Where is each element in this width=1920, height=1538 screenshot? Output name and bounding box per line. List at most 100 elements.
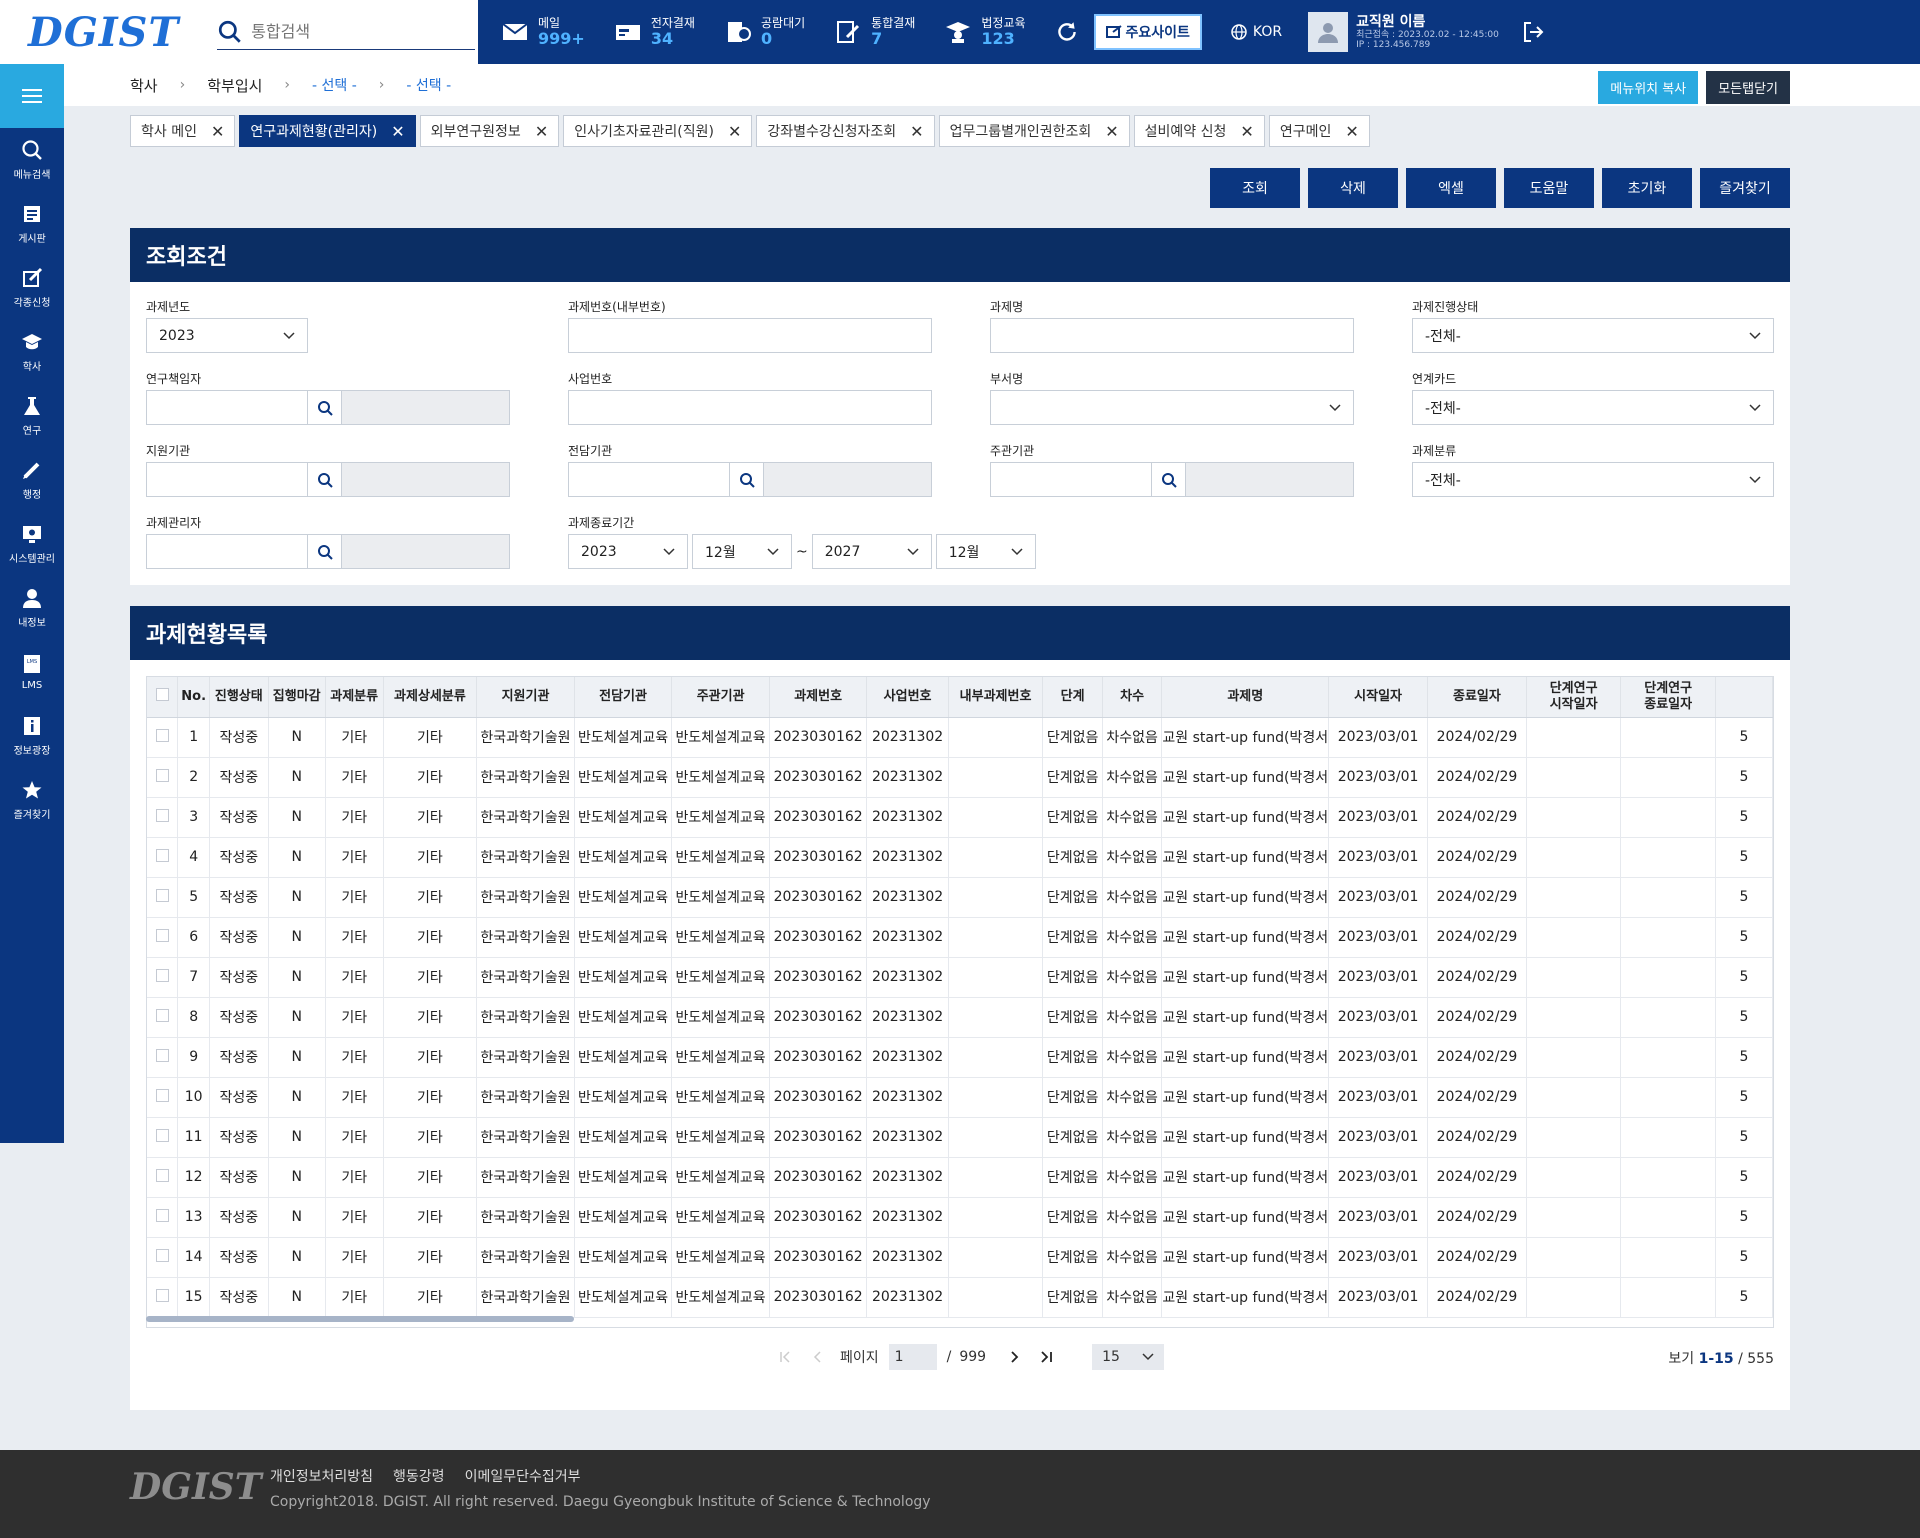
row-checkbox[interactable]: [155, 768, 169, 782]
tab-group-permissions[interactable]: 업무그룹별개인권한조회 ✕: [938, 115, 1130, 147]
table-row[interactable]: 10 작성중 N 기타 기타 한국과학기술원 반도체설계교육 반도체설계교육 202303016…: [147, 1077, 1773, 1118]
row-checkbox[interactable]: [155, 808, 169, 822]
reset-button[interactable]: 초기화: [1602, 168, 1692, 208]
tab-academic-main[interactable]: 학사 메인 ✕: [130, 115, 236, 147]
logout-icon[interactable]: [1521, 20, 1545, 44]
breadcrumb-select[interactable]: - 선택 -: [406, 75, 451, 95]
category-select[interactable]: -전체-: [1412, 462, 1774, 497]
sidebar-item-menu-search[interactable]: 메뉴검색: [0, 128, 64, 192]
table-row[interactable]: 5 작성중 N 기타 기타 한국과학기술원 반도체설계교육 반도체설계교육 2023030162…: [147, 877, 1773, 918]
row-checkbox[interactable]: [155, 1168, 169, 1182]
row-checkbox[interactable]: [155, 1288, 169, 1302]
sidebar-item-requests[interactable]: 각종신청: [0, 256, 64, 320]
close-icon[interactable]: ✕: [1345, 122, 1358, 141]
end-to-year-select[interactable]: 2027: [811, 534, 932, 569]
refresh-icon[interactable]: [1054, 19, 1080, 45]
row-checkbox[interactable]: [155, 888, 169, 902]
sidebar-item-academic[interactable]: 학사: [0, 320, 64, 384]
row-checkbox[interactable]: [155, 1088, 169, 1102]
language-selector[interactable]: KOR: [1230, 23, 1282, 41]
internal-no-input[interactable]: [568, 318, 932, 353]
end-from-year-select[interactable]: 2023: [568, 534, 688, 569]
sidebar-item-lms[interactable]: LMS LMS: [0, 640, 64, 704]
tab-research-main[interactable]: 연구메인 ✕: [1268, 115, 1370, 147]
approval-link[interactable]: 전자결재 34: [613, 16, 695, 48]
first-page-icon[interactable]: [778, 1349, 794, 1365]
privacy-policy-link[interactable]: 개인정보처리방침: [270, 1466, 373, 1486]
column-header[interactable]: 과제상세분류: [383, 677, 478, 718]
table-row[interactable]: 3 작성중 N 기타 기타 한국과학기술원 반도체설계교육 반도체설계교육 2023030162…: [147, 797, 1773, 838]
end-from-month-select[interactable]: 12월: [692, 534, 792, 569]
support-agency-search-button[interactable]: [308, 462, 342, 497]
close-all-tabs-button[interactable]: 모든탭닫기: [1706, 71, 1790, 104]
manager-input[interactable]: [146, 534, 308, 569]
table-row[interactable]: 7 작성중 N 기타 기타 한국과학기술원 반도체설계교육 반도체설계교육 2023030162…: [147, 957, 1773, 998]
sidebar-item-board[interactable]: 게시판: [0, 192, 64, 256]
column-header[interactable]: 과제분류: [325, 677, 384, 718]
tab-external-researcher[interactable]: 외부연구원정보 ✕: [419, 115, 560, 147]
main-sites-button[interactable]: 주요사이트: [1093, 14, 1202, 50]
table-row[interactable]: 11 작성중 N 기타 기타 한국과학기술원 반도체설계교육 반도체설계교육 202303016…: [147, 1117, 1773, 1158]
user-info[interactable]: 교직원 이름 최근접속 : 2023.02.02 - 12:45:00 IP :…: [1308, 12, 1499, 52]
row-checkbox[interactable]: [155, 848, 169, 862]
horizontal-scrollbar[interactable]: [146, 1316, 574, 1322]
prev-page-icon[interactable]: [810, 1349, 826, 1365]
current-page-input[interactable]: 1: [888, 1344, 937, 1370]
column-header[interactable]: 내부과제번호: [948, 677, 1044, 718]
tab-research-status-admin[interactable]: 연구과제현황(관리자) ✕: [239, 115, 416, 147]
column-header[interactable]: 단계: [1042, 677, 1103, 718]
dgist-logo[interactable]: DGIST: [28, 9, 179, 56]
status-select[interactable]: -전체-: [1412, 318, 1774, 353]
column-header[interactable]: 과제번호: [769, 677, 868, 718]
favorite-button[interactable]: 즐겨찾기: [1700, 168, 1790, 208]
row-checkbox[interactable]: [155, 1248, 169, 1262]
year-select[interactable]: 2023: [146, 318, 308, 353]
column-header[interactable]: 전담기관: [574, 677, 673, 718]
table-row[interactable]: 13 작성중 N 기타 기타 한국과학기술원 반도체설계교육 반도체설계교육 202303016…: [147, 1197, 1773, 1238]
delete-button[interactable]: 삭제: [1308, 168, 1398, 208]
manager-search-button[interactable]: [308, 534, 342, 569]
global-search-input[interactable]: [251, 22, 472, 41]
tab-hr-basic[interactable]: 인사기초자료관리(직원) ✕: [563, 115, 753, 147]
close-icon[interactable]: ✕: [910, 122, 923, 141]
select-all-checkbox[interactable]: [155, 687, 169, 701]
pi-search-button[interactable]: [308, 390, 342, 425]
excel-button[interactable]: 엑셀: [1406, 168, 1496, 208]
table-row[interactable]: 1 작성중 N 기타 기타 한국과학기술원 반도체설계교육 반도체설계교육 2023030162…: [147, 717, 1773, 758]
column-header[interactable]: 주관기관: [671, 677, 770, 718]
sidebar-item-my-info[interactable]: 내정보: [0, 576, 64, 640]
column-header[interactable]: 차수: [1102, 677, 1163, 718]
table-row[interactable]: 9 작성중 N 기타 기타 한국과학기술원 반도체설계교육 반도체설계교육 2023030162…: [147, 1037, 1773, 1078]
column-header[interactable]: 과제명: [1161, 677, 1330, 718]
breadcrumb-select[interactable]: - 선택 -: [312, 75, 357, 95]
column-header[interactable]: No.: [177, 677, 210, 718]
dedicated-agency-input[interactable]: [568, 462, 730, 497]
training-link[interactable]: 법정교육 123: [943, 16, 1026, 48]
dept-select[interactable]: [990, 390, 1354, 425]
help-button[interactable]: 도움말: [1504, 168, 1594, 208]
project-name-input[interactable]: [990, 318, 1354, 353]
table-row[interactable]: 12 작성중 N 기타 기타 한국과학기술원 반도체설계교육 반도체설계교육 202303016…: [147, 1157, 1773, 1198]
tab-equipment-reservation[interactable]: 설비예약 신청 ✕: [1133, 115, 1265, 147]
copy-menu-location-button[interactable]: 메뉴위치 복사: [1598, 71, 1699, 104]
row-checkbox[interactable]: [155, 1008, 169, 1022]
table-row[interactable]: 6 작성중 N 기타 기타 한국과학기술원 반도체설계교육 반도체설계교육 2023030162…: [147, 917, 1773, 958]
last-page-icon[interactable]: [1038, 1349, 1054, 1365]
column-header[interactable]: 단계연구 시작일자: [1526, 677, 1622, 718]
biz-no-input[interactable]: [568, 390, 932, 425]
sidebar-item-favorites[interactable]: 즐겨찾기: [0, 768, 64, 832]
row-checkbox[interactable]: [155, 1128, 169, 1142]
host-agency-input[interactable]: [990, 462, 1152, 497]
support-agency-input[interactable]: [146, 462, 308, 497]
email-refusal-link[interactable]: 이메일무단수집거부: [465, 1466, 581, 1486]
dedicated-agency-search-button[interactable]: [730, 462, 764, 497]
page-size-select[interactable]: 15: [1092, 1344, 1165, 1370]
column-header[interactable]: 지원기관: [476, 677, 575, 718]
close-icon[interactable]: ✕: [1105, 122, 1118, 141]
search-button[interactable]: 조회: [1210, 168, 1300, 208]
sidebar-item-system[interactable]: 시스템관리: [0, 512, 64, 576]
column-header[interactable]: 단계연구 종료일자: [1620, 677, 1716, 718]
search-icon[interactable]: [217, 19, 243, 45]
close-icon[interactable]: ✕: [211, 122, 224, 141]
pi-input[interactable]: [146, 390, 308, 425]
